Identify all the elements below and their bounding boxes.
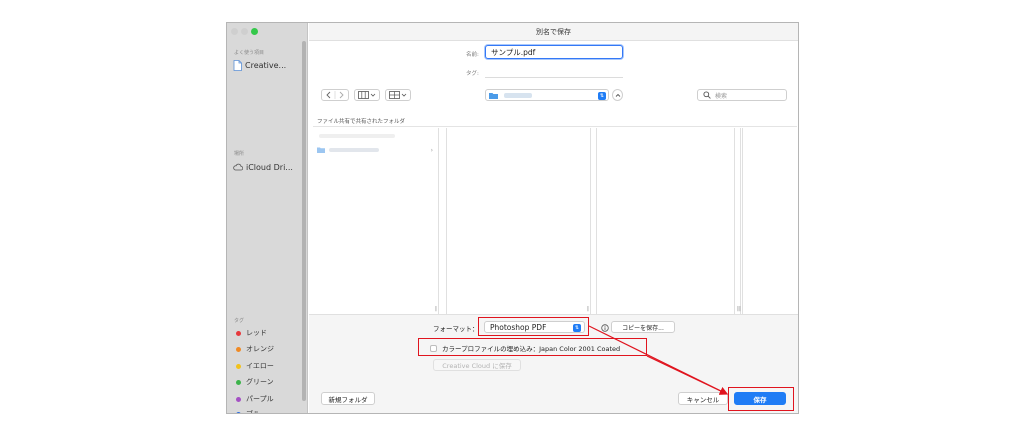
save-as-dialog: よく使う項目 Creative... 場所 iCloud Dri... タグ レ… <box>226 22 799 414</box>
arrow-profile-to-save <box>646 355 729 395</box>
annotation-arrows <box>588 325 729 395</box>
screenshot-stage: よく使う項目 Creative... 場所 iCloud Dri... タグ レ… <box>0 0 1024 441</box>
